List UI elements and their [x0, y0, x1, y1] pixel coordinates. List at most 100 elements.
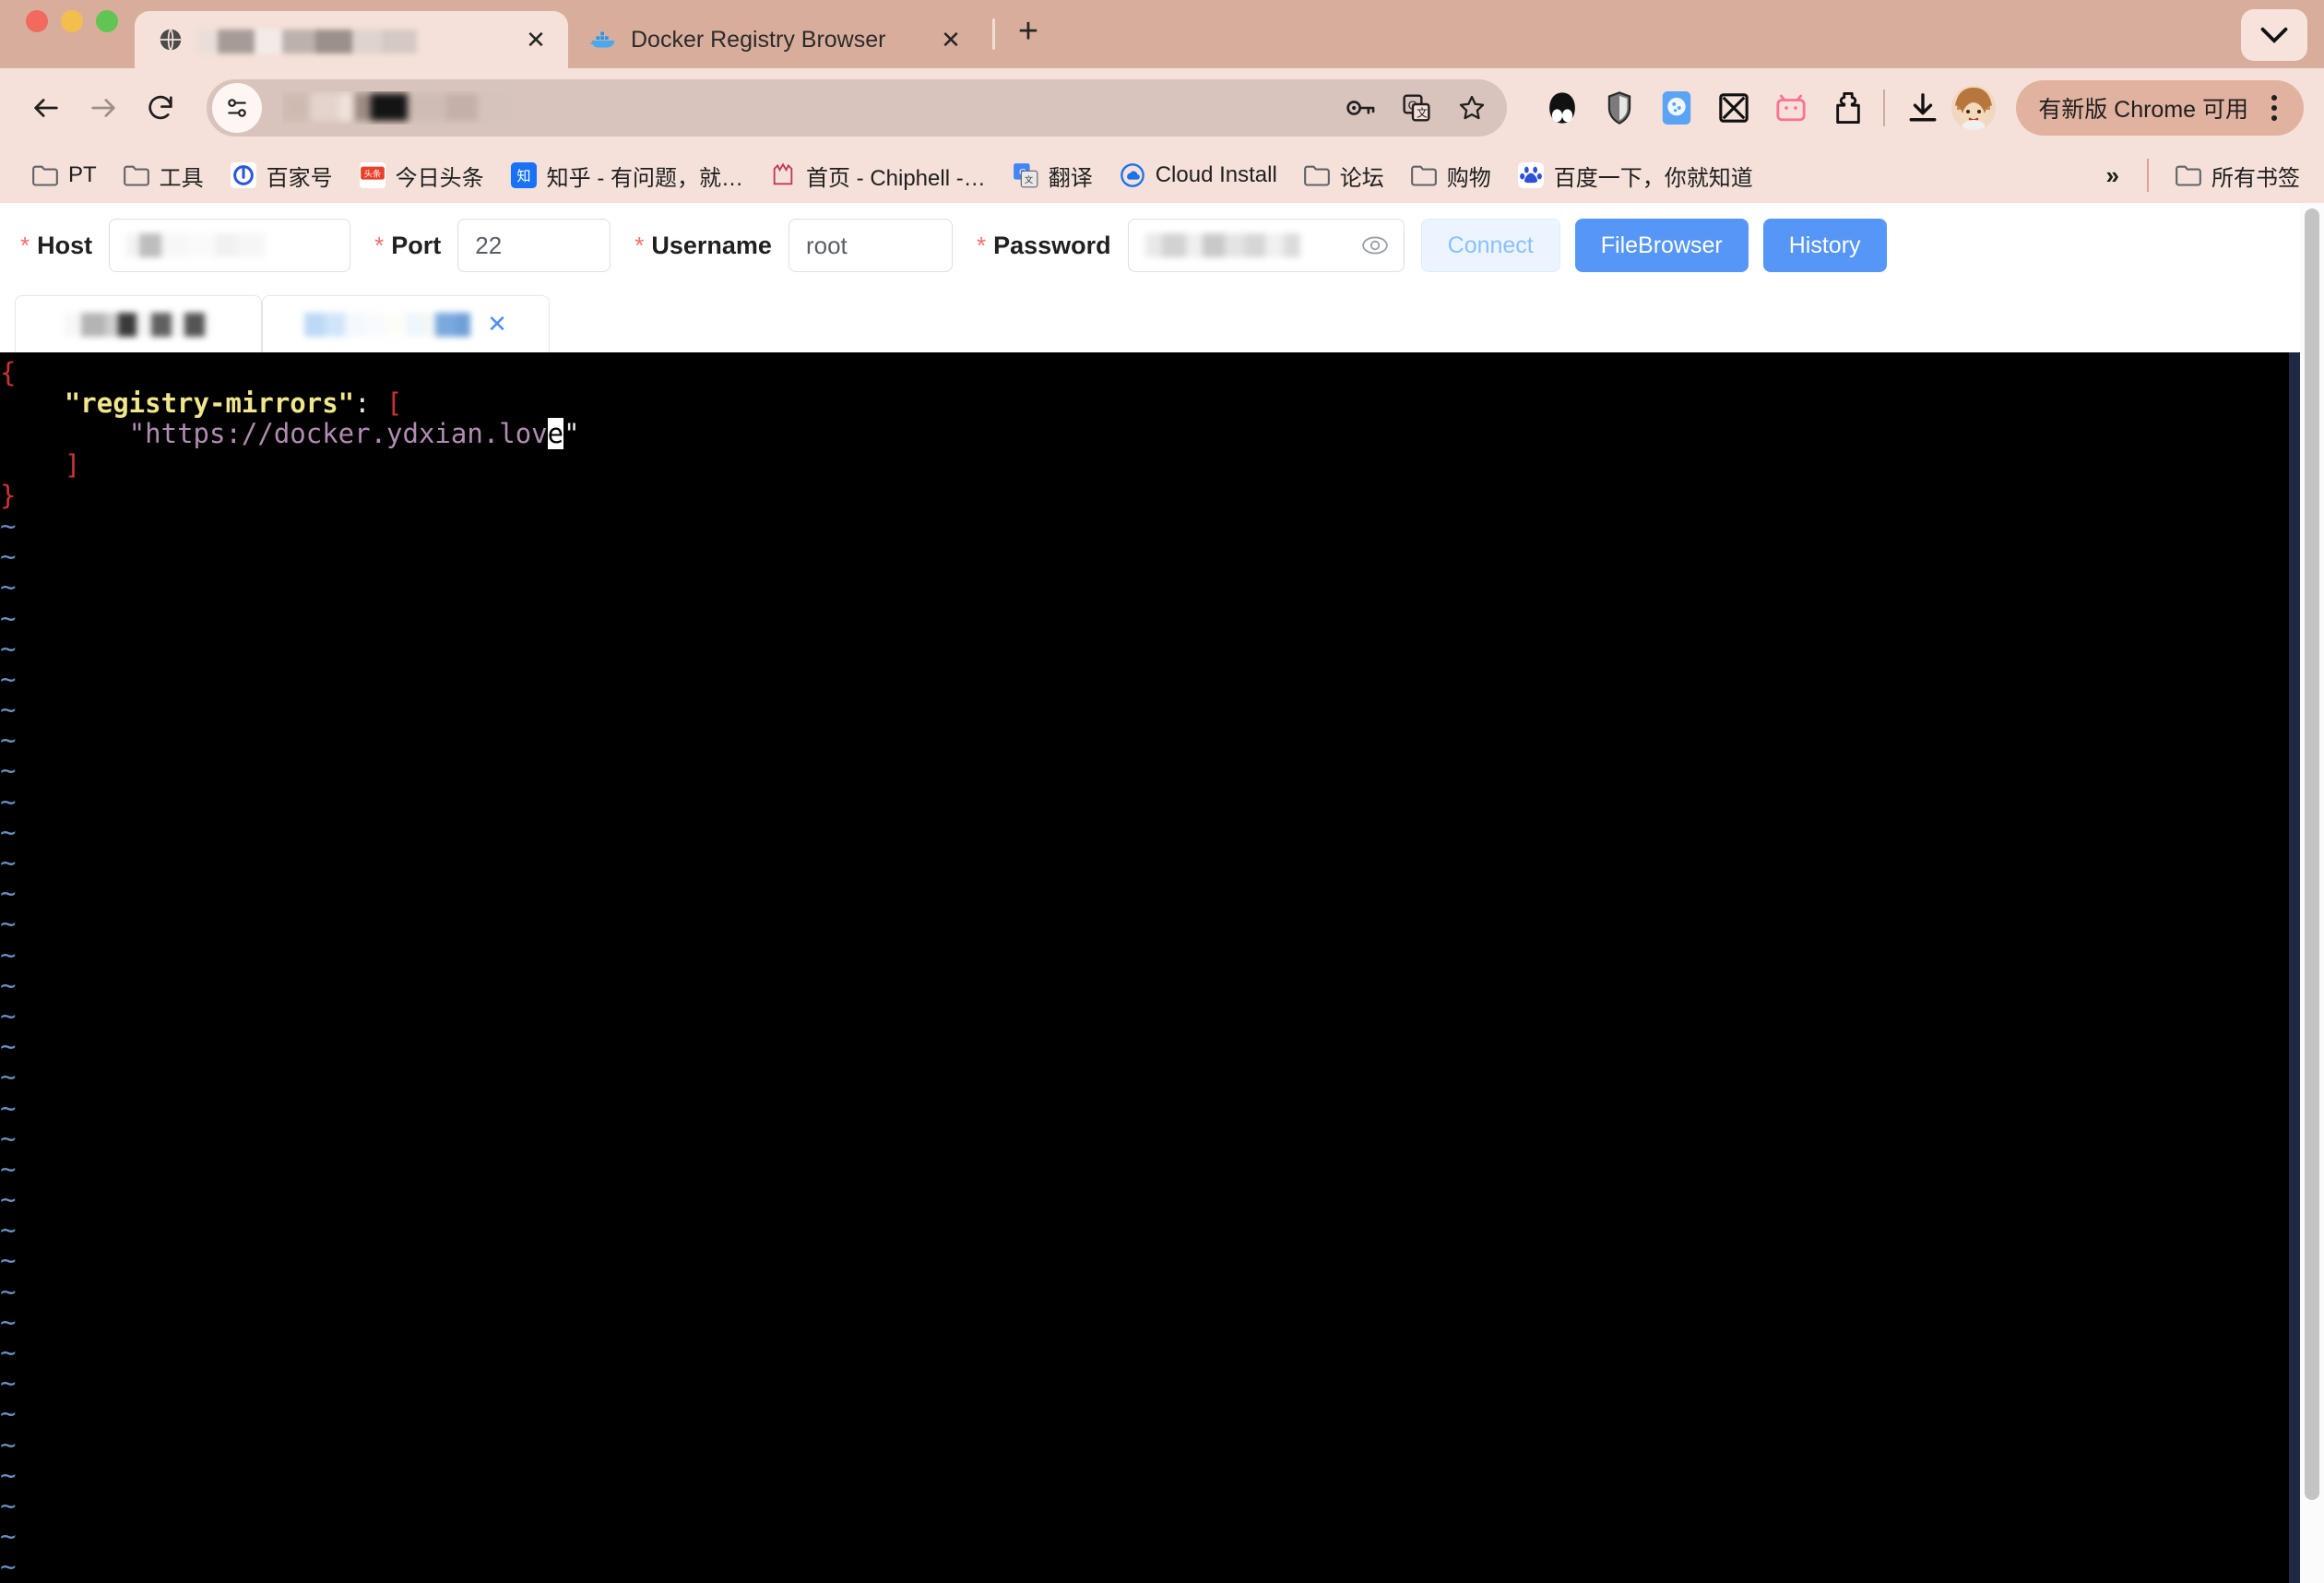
bookmark-chiphell[interactable]: 首页 - Chiphell -…: [758, 154, 997, 197]
page-scrollbar[interactable]: [2300, 203, 2324, 1583]
vim-empty-line: ~: [0, 1062, 2324, 1092]
port-label: Port: [391, 232, 441, 260]
bookmark-toutiao[interactable]: 头条 今日头条: [348, 154, 495, 197]
history-button[interactable]: History: [1763, 219, 1887, 272]
page-settings-icon[interactable]: [212, 83, 262, 133]
reload-button[interactable]: [135, 82, 186, 134]
bookmark-pt[interactable]: PT: [20, 156, 108, 195]
host-required-marker: *: [20, 232, 30, 260]
bookmark-label: 今日头条: [396, 160, 484, 192]
password-required-marker: *: [977, 232, 986, 260]
dark-reader-icon[interactable]: [1542, 88, 1583, 128]
bookmark-label: 百度一下，你就知道: [1554, 160, 1753, 192]
arrow-right-icon: [88, 92, 119, 124]
cookie-icon[interactable]: [1656, 88, 1697, 128]
close-tab-1-button[interactable]: ✕: [520, 24, 551, 55]
extensions-puzzle-icon[interactable]: [1828, 88, 1868, 128]
page-scrollbar-thumb[interactable]: [2305, 208, 2319, 1500]
bookmark-cloud-install[interactable]: Cloud Install: [1108, 156, 1288, 195]
shield-icon[interactable]: [1599, 88, 1640, 128]
docker-whale-icon: [590, 26, 618, 54]
folder-icon: [31, 161, 59, 189]
download-icon[interactable]: [1900, 85, 1946, 131]
browser-tab-1[interactable]: ✕: [135, 11, 568, 68]
maximize-window-button[interactable]: [96, 10, 118, 32]
bookmark-translate[interactable]: G文 翻译: [1001, 154, 1104, 197]
vim-empty-line: ~: [0, 511, 2324, 542]
chrome-update-button[interactable]: 有新版 Chrome 可用: [2016, 80, 2304, 136]
username-label: Username: [651, 232, 772, 260]
vim-empty-lines: ~~~~~~~~~~~~~~~~~~~~~~~~~~~~~~~~~~~: [0, 511, 2324, 1583]
vim-empty-line: ~: [0, 1093, 2324, 1124]
port-input[interactable]: 22: [457, 219, 611, 272]
bookmark-baidu[interactable]: 百度一下，你就知道: [1506, 154, 1764, 197]
forward-button[interactable]: [77, 82, 129, 134]
bookmark-forum[interactable]: 论坛: [1292, 154, 1395, 197]
chevron-down-icon: [2260, 27, 2288, 43]
vim-empty-line: ~: [0, 1338, 2324, 1368]
address-bar-actions: G文: [1341, 88, 1498, 128]
vim-empty-line: ~: [0, 1399, 2324, 1429]
close-window-button[interactable]: [26, 10, 48, 32]
chrome-update-label: 有新版 Chrome 可用: [2038, 91, 2248, 125]
vim-empty-line: ~: [0, 1368, 2324, 1399]
page-content: * Host * Port 22 * Username root * P: [0, 203, 2324, 1583]
host-input[interactable]: [109, 219, 350, 272]
terminal-tab-1[interactable]: [15, 295, 262, 352]
vim-empty-line: ~: [0, 542, 2324, 572]
bookmark-label: 论坛: [1340, 160, 1384, 192]
browser-tab-1-title: [197, 24, 507, 55]
vim-empty-line: ~: [0, 1245, 2324, 1276]
filebrowser-button[interactable]: FileBrowser: [1575, 219, 1749, 272]
all-bookmarks-button[interactable]: 所有书签: [2164, 154, 2311, 197]
vim-empty-line: ~: [0, 848, 2324, 878]
tab-search-button[interactable]: [2241, 9, 2307, 61]
reload-icon: [145, 92, 176, 124]
close-icon[interactable]: ✕: [487, 310, 507, 339]
vim-empty-line: ~: [0, 664, 2324, 695]
new-tab-button[interactable]: +: [1004, 7, 1052, 55]
bookmark-tools[interactable]: 工具: [112, 154, 215, 197]
vim-terminal[interactable]: { "registry-mirrors": [ "https://docker.…: [0, 352, 2324, 1583]
minimize-window-button[interactable]: [61, 10, 83, 32]
toolbar-divider: [1883, 89, 1885, 126]
vim-empty-line: ~: [0, 1430, 2324, 1460]
vim-empty-line: ~: [0, 909, 2324, 939]
close-tab-2-button[interactable]: ✕: [935, 24, 966, 55]
vim-empty-line: ~: [0, 1491, 2324, 1521]
terminal-tab-2[interactable]: ✕: [262, 295, 550, 352]
extension-icons: [1542, 88, 1868, 128]
vim-empty-line: ~: [0, 1184, 2324, 1215]
connect-button[interactable]: Connect: [1421, 219, 1560, 272]
bookmark-zhihu[interactable]: 知 知乎 - 有问题，就…: [499, 154, 754, 197]
browser-tab-2[interactable]: Docker Registry Browser ✕: [568, 11, 983, 68]
bookmark-label: Cloud Install: [1156, 162, 1277, 188]
vim-empty-line: ~: [0, 1001, 2324, 1031]
kebab-menu-icon[interactable]: [2258, 95, 2291, 121]
bookmark-shopping[interactable]: 购物: [1399, 154, 1502, 197]
chevron-double-right-icon[interactable]: »: [2093, 156, 2132, 196]
toutiao-icon: 头条: [359, 161, 386, 189]
tab-separator: [992, 18, 995, 50]
eye-icon[interactable]: [1361, 235, 1389, 256]
folder-icon: [2175, 161, 2202, 189]
address-bar[interactable]: G文: [207, 79, 1507, 137]
bookmark-baijiahao[interactable]: 百家号: [219, 154, 344, 197]
vim-empty-line: ~: [0, 1552, 2324, 1582]
avatar[interactable]: [1951, 86, 1996, 130]
back-button[interactable]: [20, 82, 72, 134]
scissors-icon[interactable]: [1713, 88, 1754, 128]
bookmark-star-icon[interactable]: [1452, 88, 1492, 128]
bookmark-label: 翻译: [1049, 160, 1093, 192]
browser-toolbar: G文: [0, 68, 2324, 148]
password-key-icon[interactable]: [1341, 88, 1381, 128]
password-input[interactable]: [1128, 219, 1405, 272]
address-bar-input[interactable]: [282, 91, 1341, 125]
bookmark-label: 首页 - Chiphell -…: [806, 160, 986, 192]
tab-strip: ✕ Docker Registry Browser ✕ +: [0, 0, 2324, 68]
port-required-marker: *: [374, 232, 384, 260]
bilibili-tv-icon[interactable]: [1771, 88, 1811, 128]
translate-icon[interactable]: G文: [1396, 88, 1437, 128]
host-field-group: * Host: [20, 219, 350, 272]
username-input[interactable]: root: [788, 219, 953, 272]
